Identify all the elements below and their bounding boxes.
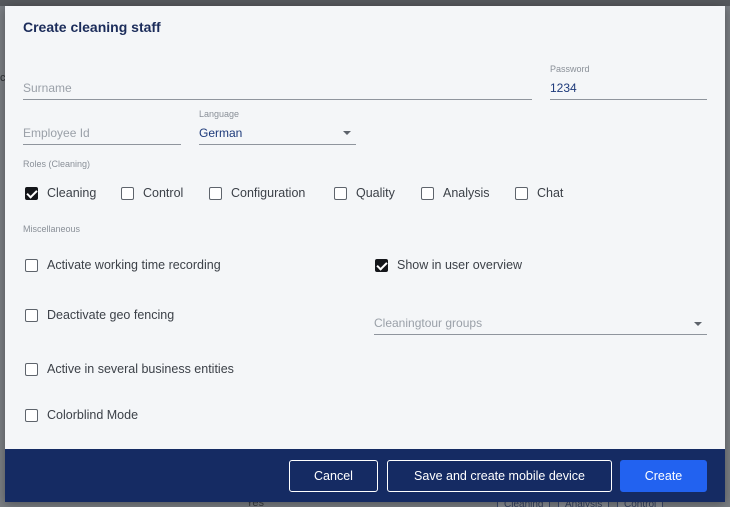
role-configuration-checkbox[interactable]: Configuration (209, 186, 305, 200)
role-quality-checkbox[interactable]: Quality (334, 186, 395, 200)
employee-id-placeholder: Employee Id (23, 126, 90, 140)
role-chat-label: Chat (537, 186, 564, 200)
colorblind-mode-label: Colorblind Mode (47, 408, 139, 422)
checkbox-unchecked-icon (25, 408, 38, 422)
employee-id-field[interactable]: Employee Id (23, 116, 181, 146)
role-control-checkbox[interactable]: Control (121, 186, 183, 200)
surname-placeholder: Surname (23, 81, 72, 95)
show-in-user-overview-checkbox[interactable]: Show in user overview (375, 258, 522, 272)
role-cleaning-label: Cleaning (47, 186, 97, 200)
deactivate-geo-fencing-checkbox[interactable]: Deactivate geo fencing (25, 308, 174, 322)
checkbox-checked-icon (25, 186, 38, 200)
checkbox-unchecked-icon (421, 186, 434, 200)
cleaningtour-groups-underline (374, 334, 707, 335)
cancel-button[interactable]: Cancel (289, 460, 378, 492)
checkbox-unchecked-icon (209, 186, 222, 200)
checkbox-unchecked-icon (25, 362, 38, 376)
employee-id-underline (23, 144, 181, 145)
checkbox-unchecked-icon (121, 186, 134, 200)
dialog-title: Create cleaning staff (23, 19, 161, 35)
checkbox-checked-icon (375, 258, 388, 272)
password-label: Password (550, 64, 590, 74)
create-button[interactable]: Create (620, 460, 707, 492)
several-business-entities-checkbox[interactable]: Active in several business entities (25, 362, 234, 376)
password-underline (550, 99, 707, 100)
show-in-user-overview-label: Show in user overview (397, 258, 523, 272)
checkbox-unchecked-icon (515, 186, 528, 200)
colorblind-mode-checkbox[interactable]: Colorblind Mode (25, 408, 138, 422)
language-value: German (199, 126, 243, 140)
checkbox-unchecked-icon (25, 308, 38, 322)
role-cleaning-checkbox[interactable]: Cleaning (25, 186, 96, 200)
language-label: Language (199, 109, 240, 119)
several-business-entities-label: Active in several business entities (47, 362, 234, 376)
password-field[interactable]: Password 1234 (550, 64, 707, 100)
chevron-down-icon (343, 131, 351, 135)
role-chat-checkbox[interactable]: Chat (515, 186, 563, 200)
working-time-recording-checkbox[interactable]: Activate working time recording (25, 258, 221, 272)
role-analysis-checkbox[interactable]: Analysis (421, 186, 490, 200)
misc-section-label: Miscellaneous (23, 224, 81, 234)
surname-underline (23, 99, 532, 100)
role-configuration-label: Configuration (231, 186, 306, 200)
role-analysis-label: Analysis (443, 186, 490, 200)
create-cleaning-staff-dialog: Create cleaning staff Surname Password 1… (5, 6, 725, 502)
cleaningtour-groups-select[interactable]: Cleaningtour groups (374, 310, 707, 335)
checkbox-unchecked-icon (334, 186, 347, 200)
password-value: 1234 (550, 81, 577, 95)
role-quality-label: Quality (356, 186, 395, 200)
language-select[interactable]: Language German (199, 109, 356, 146)
language-underline (199, 144, 356, 145)
cleaningtour-groups-placeholder: Cleaningtour groups (374, 316, 483, 330)
working-time-recording-label: Activate working time recording (47, 258, 221, 272)
deactivate-geo-fencing-label: Deactivate geo fencing (47, 308, 175, 322)
surname-field[interactable]: Surname (23, 70, 532, 100)
role-control-label: Control (143, 186, 184, 200)
roles-section-label: Roles (Cleaning) (23, 159, 91, 169)
dialog-footer: Cancel Save and create mobile device Cre… (5, 449, 725, 502)
checkbox-unchecked-icon (25, 258, 38, 272)
save-and-create-mobile-device-button[interactable]: Save and create mobile device (387, 460, 612, 492)
chevron-down-icon (694, 322, 702, 326)
